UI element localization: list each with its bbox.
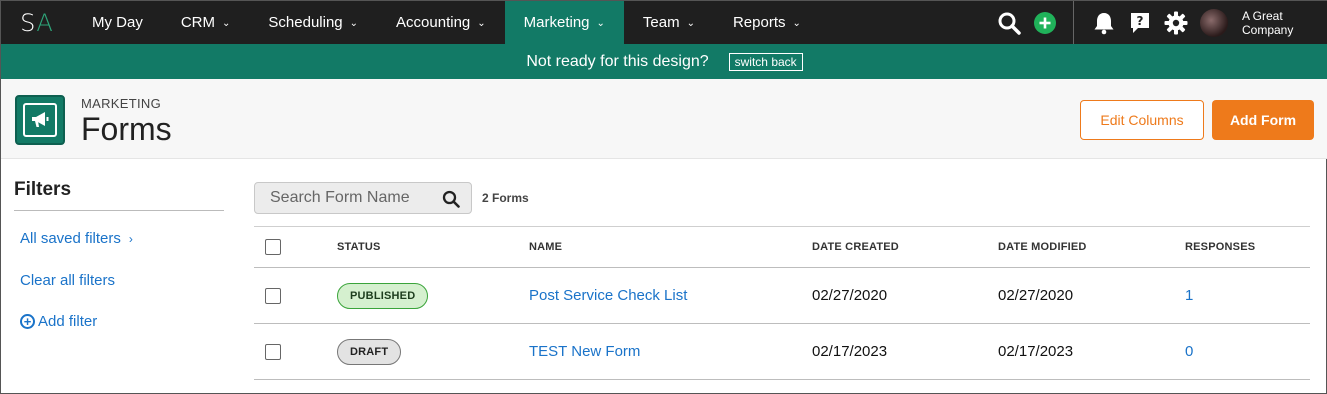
clear-all-filters-link[interactable]: Clear all filters bbox=[20, 272, 115, 289]
all-saved-filters-link[interactable]: All saved filters › bbox=[20, 230, 133, 247]
header-status[interactable]: STATUS bbox=[337, 227, 381, 267]
chevron-down-icon: ⌄ bbox=[477, 18, 486, 29]
add-filter-label: Add filter bbox=[38, 313, 98, 330]
responses-link[interactable]: 0 bbox=[1185, 343, 1193, 360]
company-name-line1: A Great bbox=[1242, 8, 1283, 23]
row-checkbox[interactable] bbox=[265, 287, 281, 304]
page-title: Forms bbox=[81, 111, 172, 147]
responses-link[interactable]: 1 bbox=[1185, 287, 1193, 304]
chevron-down-icon: ⌄ bbox=[686, 18, 695, 29]
svg-text:?: ? bbox=[1137, 14, 1144, 28]
table-row: DRAFT TEST New Form 02/17/2023 02/17/202… bbox=[254, 324, 1310, 380]
page-header: MARKETING Forms Edit Columns Add Form bbox=[1, 79, 1327, 159]
bell-icon[interactable] bbox=[1086, 1, 1122, 44]
date-created: 02/27/2020 bbox=[812, 287, 888, 304]
add-form-button[interactable]: Add Form bbox=[1212, 100, 1314, 140]
company-name[interactable]: A Great Company bbox=[1228, 9, 1327, 37]
design-banner: Not ready for this design? switch back bbox=[1, 44, 1327, 79]
header-date-modified[interactable]: DATE MODIFIED bbox=[998, 227, 1087, 267]
header-date-created[interactable]: DATE CREATED bbox=[812, 227, 899, 267]
logo-letter-a: A bbox=[36, 8, 54, 37]
filters-title: Filters bbox=[14, 179, 72, 200]
nav-label: Marketing bbox=[523, 14, 590, 31]
nav-my-day[interactable]: My Day bbox=[73, 1, 162, 44]
search-icon[interactable] bbox=[442, 190, 460, 213]
nav-reports[interactable]: Reports ⌄ bbox=[714, 1, 820, 44]
top-nav: SA My Day CRM ⌄ Scheduling ⌄ Accounting ⌄ M… bbox=[1, 1, 1327, 44]
form-name-link[interactable]: Post Service Check List bbox=[529, 287, 687, 304]
header-name[interactable]: NAME bbox=[529, 227, 562, 267]
nav-divider bbox=[1073, 1, 1074, 44]
row-checkbox[interactable] bbox=[265, 343, 281, 360]
nav-label: Scheduling bbox=[268, 14, 343, 31]
chevron-down-icon: ⌄ bbox=[349, 18, 359, 29]
section-label: MARKETING bbox=[81, 96, 161, 111]
chevron-down-icon: ⌄ bbox=[792, 18, 801, 29]
nav-label: Accounting bbox=[396, 14, 471, 31]
avatar[interactable] bbox=[1200, 8, 1228, 37]
search-icon[interactable] bbox=[991, 1, 1027, 44]
add-filter-link[interactable]: + Add filter bbox=[20, 313, 97, 330]
nav-label: My Day bbox=[92, 14, 143, 31]
nav-accounting[interactable]: Accounting ⌄ bbox=[377, 1, 505, 44]
status-badge: DRAFT bbox=[337, 338, 402, 365]
chevron-right-icon: › bbox=[128, 231, 133, 246]
edit-columns-button[interactable]: Edit Columns bbox=[1080, 100, 1204, 140]
app-logo[interactable]: SA bbox=[1, 1, 73, 44]
saved-filters-label: All saved filters bbox=[20, 230, 121, 247]
nav-marketing[interactable]: Marketing ⌄ bbox=[504, 1, 624, 44]
form-count: 2 Forms bbox=[482, 191, 529, 205]
date-created: 02/17/2023 bbox=[812, 343, 888, 360]
clear-filters-label: Clear all filters bbox=[20, 272, 116, 289]
nav-label: Reports bbox=[732, 14, 786, 31]
search-input[interactable] bbox=[255, 189, 435, 207]
plus-circle-icon: + bbox=[20, 314, 35, 329]
table-header-row: STATUS NAME DATE CREATED DATE MODIFIED R… bbox=[254, 226, 1310, 268]
search-box bbox=[254, 182, 472, 214]
nav-scheduling[interactable]: Scheduling ⌄ bbox=[249, 1, 377, 44]
logo-letter-s: S bbox=[20, 8, 37, 37]
forms-table: STATUS NAME DATE CREATED DATE MODIFIED R… bbox=[254, 226, 1310, 380]
filters-divider bbox=[14, 210, 224, 211]
header-responses[interactable]: RESPONSES bbox=[1185, 227, 1255, 267]
form-name-link[interactable]: TEST New Form bbox=[529, 343, 640, 360]
chevron-down-icon: ⌄ bbox=[596, 18, 605, 29]
nav-label: CRM bbox=[180, 14, 216, 31]
nav-right-tools: ? A Great Company bbox=[991, 1, 1327, 44]
date-modified: 02/27/2020 bbox=[998, 287, 1074, 304]
add-circle-icon[interactable] bbox=[1027, 1, 1063, 44]
switch-back-button[interactable]: switch back bbox=[728, 52, 803, 71]
select-all-checkbox[interactable] bbox=[265, 239, 281, 255]
banner-text: Not ready for this design? bbox=[526, 52, 709, 70]
table-row: PUBLISHED Post Service Check List 02/27/… bbox=[254, 268, 1310, 324]
nav-crm[interactable]: CRM ⌄ bbox=[162, 1, 250, 44]
status-badge: PUBLISHED bbox=[337, 282, 429, 309]
gear-icon[interactable] bbox=[1158, 1, 1194, 44]
nav-team[interactable]: Team ⌄ bbox=[624, 1, 714, 44]
date-modified: 02/17/2023 bbox=[998, 343, 1074, 360]
nav-label: Team bbox=[642, 14, 680, 31]
company-name-line2: Company bbox=[1242, 22, 1294, 37]
help-icon[interactable]: ? bbox=[1122, 1, 1158, 44]
chevron-down-icon: ⌄ bbox=[222, 18, 231, 29]
megaphone-icon bbox=[15, 95, 65, 145]
